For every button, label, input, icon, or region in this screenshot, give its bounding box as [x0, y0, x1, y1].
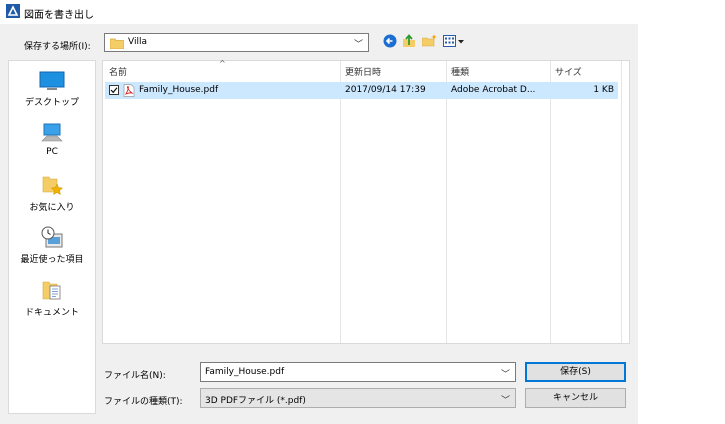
column-divider[interactable]: [621, 61, 622, 343]
file-name: Family_House.pdf: [139, 85, 219, 95]
export-dialog: 図面を書き出し 保存する場所(I): Villa ﹀ デスクトップ PC お気に…: [0, 0, 638, 424]
save-in-dropdown[interactable]: Villa ﹀: [104, 33, 369, 52]
filetype-value: 3D PDFファイル (*.pdf): [205, 396, 306, 406]
view-menu-icon[interactable]: [443, 34, 465, 48]
place-label: PC: [46, 147, 58, 157]
place-recent[interactable]: 最近使った項目: [9, 226, 95, 265]
cancel-button[interactable]: キャンセル: [525, 388, 626, 408]
up-folder-icon[interactable]: [402, 34, 416, 48]
favorites-icon: [42, 176, 63, 196]
column-header-name[interactable]: 名前: [109, 65, 127, 78]
save-button[interactable]: 保存(S): [525, 362, 626, 382]
chevron-down-icon[interactable]: ﹀: [501, 367, 510, 380]
place-pc[interactable]: PC: [9, 123, 95, 157]
desktop-icon: [39, 71, 65, 90]
place-label: ドキュメント: [24, 308, 79, 318]
chevron-down-icon: ﹀: [353, 40, 363, 50]
filetype-dropdown[interactable]: 3D PDFファイル (*.pdf) ﹀: [200, 388, 516, 408]
file-modified: 2017/09/14 17:39: [345, 85, 426, 95]
documents-icon: [42, 281, 61, 300]
column-header-size[interactable]: サイズ: [555, 65, 582, 78]
pc-icon: [41, 123, 63, 142]
column-divider[interactable]: [550, 61, 551, 343]
place-documents[interactable]: ドキュメント: [9, 279, 95, 318]
sort-ascending-icon: ^: [219, 59, 226, 68]
filename-label: ファイル名(N):: [104, 371, 166, 381]
column-divider[interactable]: [446, 61, 447, 343]
column-header-modified[interactable]: 更新日時: [345, 65, 381, 78]
place-label: デスクトップ: [24, 98, 79, 108]
place-favorites[interactable]: お気に入り: [9, 174, 95, 213]
dialog-title: 図面を書き出し: [24, 10, 94, 21]
column-header-type[interactable]: 種類: [451, 65, 469, 78]
pdf-file-icon: [123, 84, 135, 97]
filetype-label: ファイルの種類(T):: [104, 397, 183, 407]
app-logo-icon: [6, 4, 20, 18]
place-desktop[interactable]: デスクトップ: [9, 71, 95, 108]
file-list[interactable]: ^ 名前 更新日時 種類 サイズ Family_House.pdf 2017/0…: [102, 59, 630, 344]
column-divider[interactable]: [340, 61, 341, 343]
places-bar: デスクトップ PC お気に入り 最近使った項目 ドキュメント: [8, 60, 96, 414]
filename-input[interactable]: Family_House.pdf ﹀: [200, 362, 516, 382]
recent-items-icon: [41, 226, 63, 248]
file-type: Adobe Acrobat D...: [451, 85, 536, 95]
filename-value: Family_House.pdf: [205, 367, 285, 377]
table-row[interactable]: Family_House.pdf 2017/09/14 17:39 Adobe …: [105, 82, 618, 99]
chevron-down-icon: ﹀: [500, 396, 510, 406]
save-in-label: 保存する場所(I):: [24, 42, 91, 52]
new-folder-icon[interactable]: [422, 34, 437, 48]
file-size: 1 KB: [593, 85, 614, 95]
title-bar: 図面を書き出し: [0, 0, 638, 24]
folder-icon: [110, 38, 124, 49]
back-arrow-icon[interactable]: [383, 34, 397, 48]
checkbox[interactable]: [109, 85, 119, 95]
place-label: 最近使った項目: [20, 255, 84, 265]
save-in-value: Villa: [128, 37, 147, 47]
place-label: お気に入り: [29, 203, 75, 213]
